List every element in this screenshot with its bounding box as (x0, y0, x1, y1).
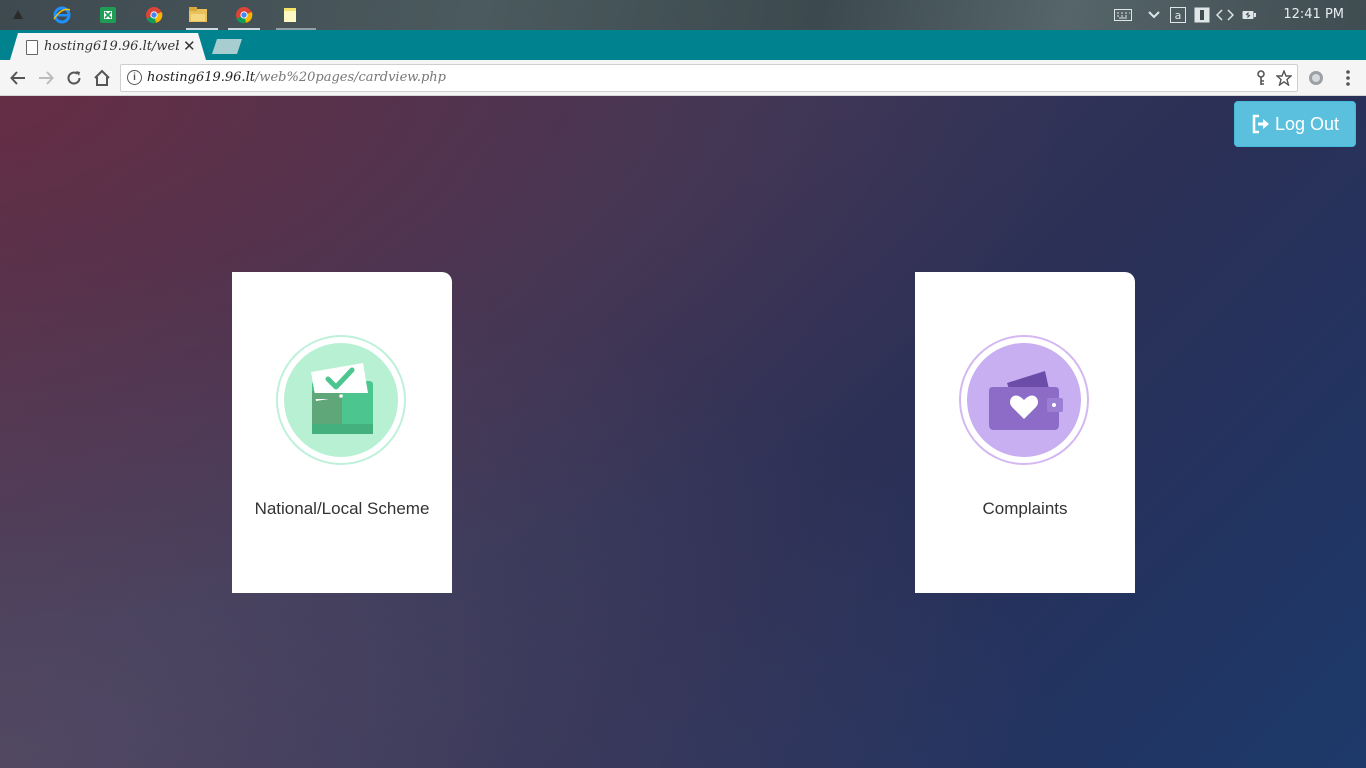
chevron-down-icon[interactable] (1144, 6, 1164, 24)
reload-icon[interactable] (62, 66, 86, 90)
star-icon[interactable] (1274, 68, 1294, 88)
new-tab-button[interactable] (212, 39, 242, 54)
sticky-notes-icon[interactable] (280, 5, 300, 25)
card-national-local-scheme[interactable]: National/Local Scheme (232, 272, 452, 593)
card-label: National/Local Scheme (254, 499, 430, 518)
sign-out-icon (1251, 114, 1271, 134)
os-taskbar: a 12:41 PM (0, 0, 1366, 30)
password-manager-icon[interactable] (1192, 6, 1212, 24)
key-icon[interactable] (1251, 68, 1271, 88)
chrome-icon[interactable] (144, 5, 164, 25)
url-path: /web%20pages/cardview.php (254, 70, 447, 85)
address-bar[interactable]: i hosting619.96.lt/web%20pages/cardview.… (120, 64, 1298, 92)
clock[interactable]: 12:41 PM (1283, 7, 1344, 22)
menu-dots-icon[interactable] (1336, 66, 1360, 90)
address-url[interactable]: hosting619.96.lt/web%20pages/cardview.ph… (147, 70, 446, 85)
battery-icon[interactable] (1240, 6, 1258, 24)
page-icon (26, 40, 38, 55)
start-icon[interactable] (8, 5, 28, 25)
browser-toolbar: i hosting619.96.lt/web%20pages/cardview.… (0, 60, 1366, 96)
excel-icon[interactable] (98, 5, 118, 25)
code-icon[interactable] (1214, 6, 1236, 24)
card-complaints[interactable]: Complaints (915, 272, 1135, 593)
home-icon[interactable] (90, 66, 114, 90)
card-label: Complaints (982, 499, 1068, 518)
browser-tabstrip: hosting619.96.lt/web ✕ user0 (0, 30, 1366, 81)
svg-text:a: a (1175, 9, 1182, 22)
back-arrow-icon[interactable] (6, 66, 30, 90)
browser-tab[interactable]: hosting619.96.lt/web ✕ (10, 33, 206, 60)
url-host: hosting619.96.lt (147, 70, 255, 85)
wallet-heart-icon (959, 335, 1089, 465)
wallet-check-icon (276, 335, 406, 465)
file-explorer-icon[interactable] (188, 5, 208, 25)
info-icon[interactable]: i (127, 70, 142, 85)
ie-icon[interactable] (52, 5, 72, 25)
tab-title: hosting619.96.lt/web (44, 39, 179, 54)
chrome-icon[interactable] (234, 5, 254, 25)
logout-button[interactable]: Log Out (1234, 101, 1356, 147)
close-tab-icon[interactable]: ✕ (183, 37, 196, 55)
keyboard-icon[interactable] (1112, 6, 1134, 24)
logout-label: Log Out (1274, 113, 1340, 134)
page-content: Log Out National/Local Scheme Complaints (0, 96, 1366, 768)
extension-icon[interactable] (1304, 66, 1328, 90)
forward-arrow-icon[interactable] (34, 66, 58, 90)
amazon-assistant-icon[interactable]: a (1168, 6, 1188, 24)
